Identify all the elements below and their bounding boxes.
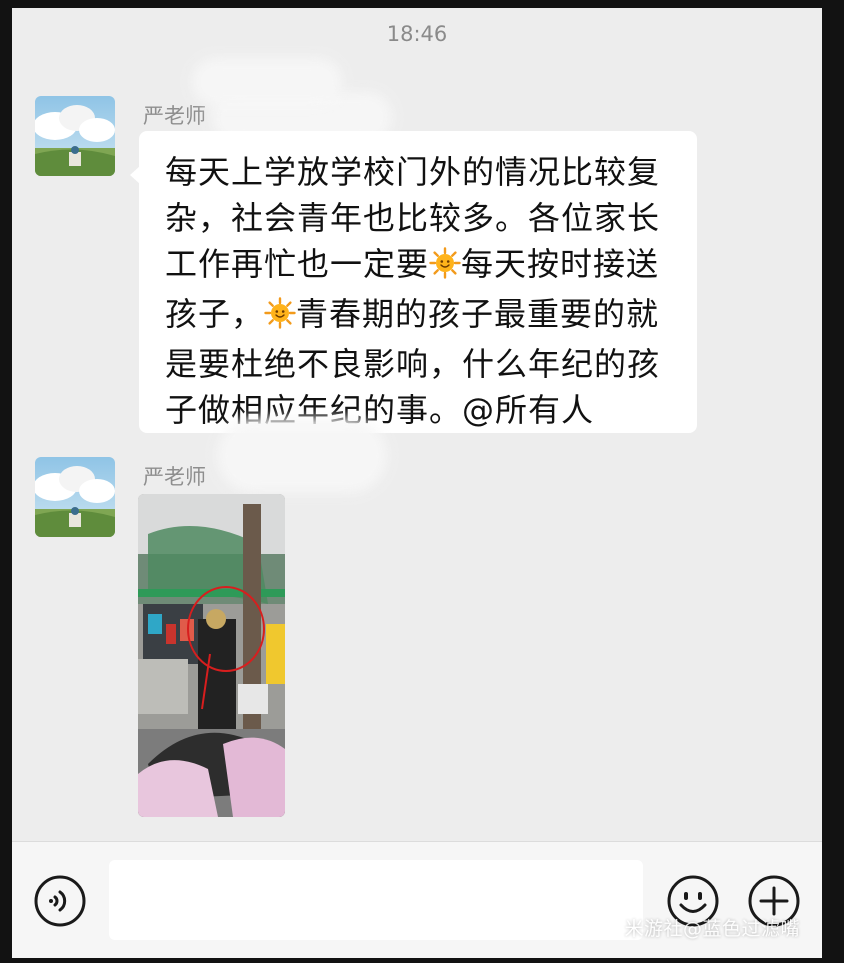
watermark: 米游社@蓝色过滤嘴 [624,918,800,940]
sun-emoji-icon [264,295,296,341]
message-text-line: 每天上学放学校门外的情况比较复 [165,149,675,195]
message-text-line: 孩子， 青春期的孩子最重要的就 [165,291,675,341]
sender-name: 严老师 [143,465,206,489]
message-bubble[interactable]: 每天上学放学校门外的情况比较复 杂，社会青年也比较多。各位家长 工作再忙也一定要 每天… [139,131,697,433]
sender-name: 严老师 [143,104,206,128]
message-text: 子做相应年纪的事。@所有人 [165,391,595,429]
message-text: 工作再忙也一定要 [165,245,430,283]
message-text: 是要杜绝不良影响，什么年纪的孩 [165,345,661,383]
timestamp: 18:46 [386,22,448,46]
image-message[interactable] [138,494,285,817]
message-text-line: 是要杜绝不良影响，什么年纪的孩 [165,341,675,387]
message-text-line: 工作再忙也一定要 每天按时接送 [165,241,675,291]
message-text: 孩子， [165,295,265,333]
message-text: 杂，社会青年也比较多。各位家长 [165,199,661,237]
voice-icon[interactable] [33,874,87,928]
input-bar: 米游社@蓝色过滤嘴 [12,841,822,958]
redacted-name-blur [192,58,342,106]
message-input[interactable] [109,860,643,940]
redacted-name-blur [217,418,387,493]
chat-screen: 18:46 严老师 每天上学放学校门外的情况比较复 杂，社会青年也比较多。各位家长… [12,8,822,958]
sun-emoji-icon [429,245,461,291]
avatar[interactable] [35,457,115,537]
message-text: 青春期的孩子最重要的就 [296,295,660,333]
avatar[interactable] [35,96,115,176]
message-text: 每天按时接送 [461,245,660,283]
message-text: 每天上学放学校门外的情况比较复 [165,153,661,191]
message-text-line: 杂，社会青年也比较多。各位家长 [165,195,675,241]
